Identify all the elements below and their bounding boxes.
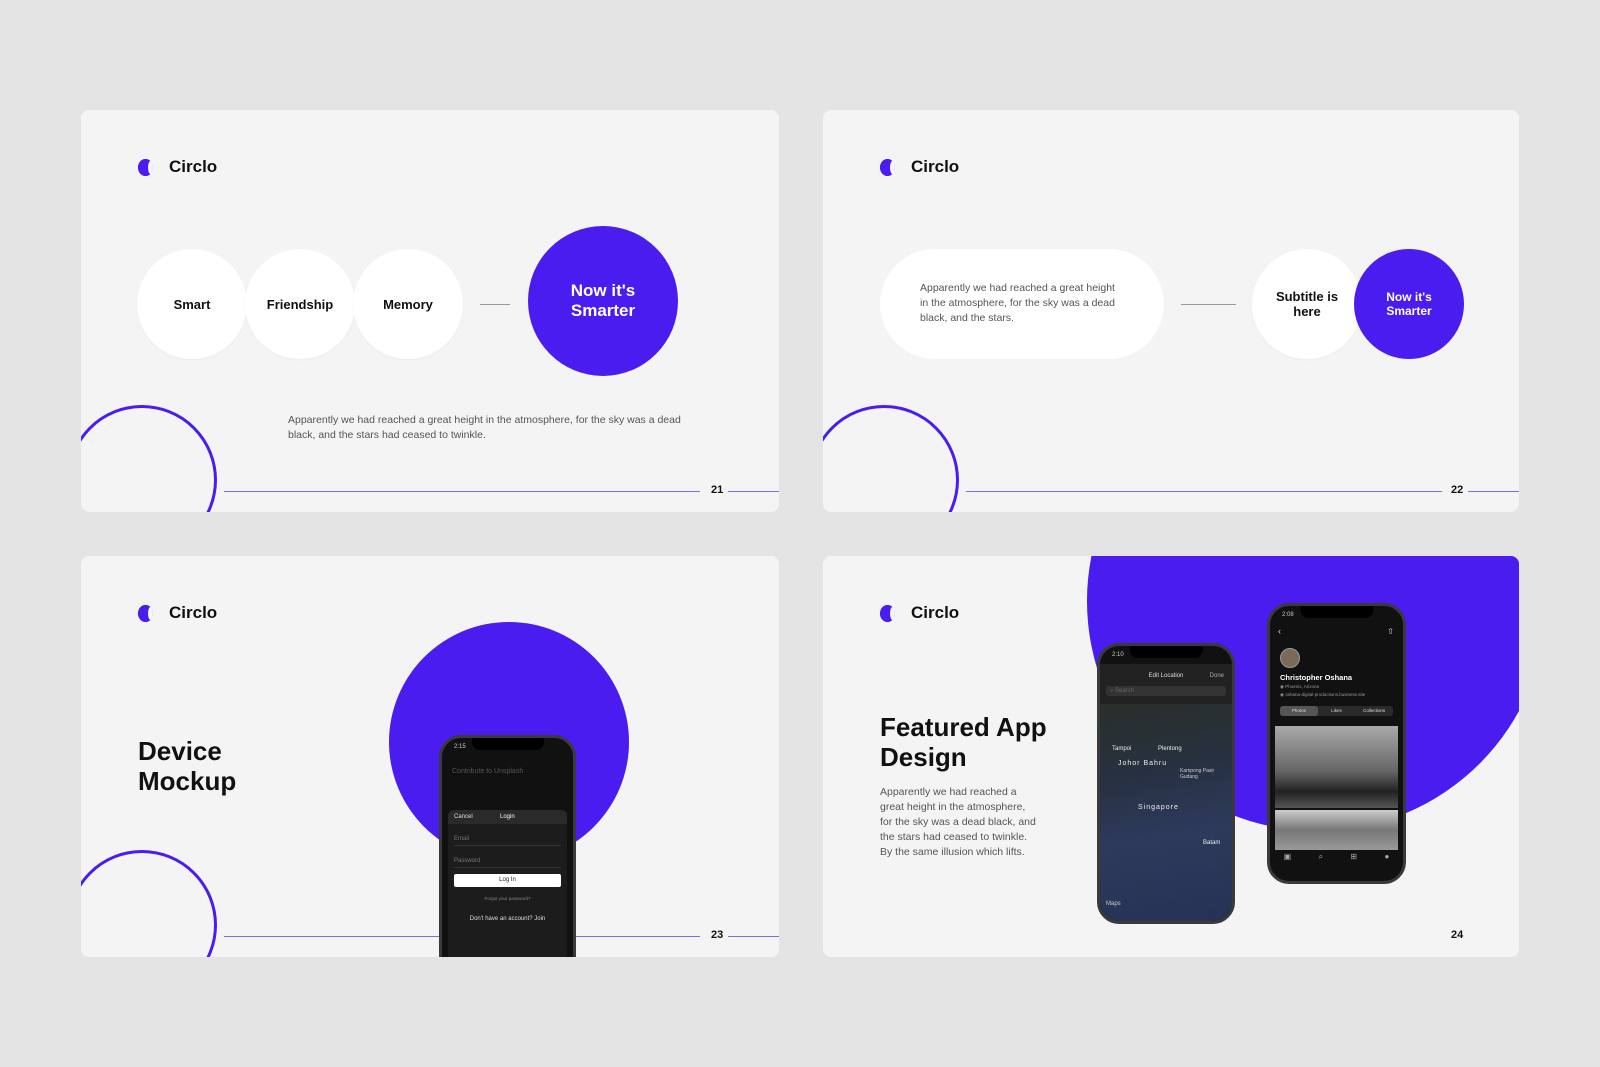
footer-line [728, 936, 779, 937]
logo: Circlo [138, 157, 217, 177]
email-field[interactable]: Email [454, 836, 561, 846]
image-icon[interactable]: ▣ [1284, 852, 1292, 866]
add-icon[interactable]: ⊞ [1350, 852, 1357, 866]
tab-photos[interactable]: Photos [1280, 706, 1318, 716]
brand-name: Circlo [911, 157, 960, 176]
slide-22: Circlo Apparently we had reached a great… [823, 110, 1519, 512]
page-number: 21 [711, 484, 724, 496]
brand-name: Circlo [169, 157, 218, 176]
circlo-logo-icon [880, 604, 905, 622]
profile-name: Christopher Oshana [1280, 673, 1353, 682]
phone-mockup-map: 2:10 Edit Location Done ⌕ Search Tampoi … [1097, 643, 1235, 924]
brand-name: Circlo [911, 603, 960, 622]
login-sheet: Cancel Login Email Password Log In Forgo… [448, 810, 567, 957]
page-number: 22 [1451, 484, 1464, 496]
brand-name: Circlo [169, 603, 218, 622]
profile-location: ◉ Phoenix, Arizona [1280, 684, 1319, 690]
pill-paragraph: Apparently we had reached a great height… [920, 282, 1115, 324]
page-number: 24 [1451, 929, 1464, 941]
done-button[interactable]: Done [1210, 673, 1224, 679]
connector-line [1181, 304, 1236, 305]
signup-link[interactable]: Don't have an account? Join [448, 916, 567, 922]
password-field[interactable]: Password [454, 858, 561, 868]
text-pill: Apparently we had reached a great height… [880, 249, 1164, 359]
circle-smart: Smart [137, 249, 247, 359]
circlo-logo-icon [880, 158, 905, 176]
circle-friendship: Friendship [245, 249, 355, 359]
profile-icon[interactable]: ● [1384, 852, 1389, 866]
phone-mockup-login: 2:15 Contribute to Unsplash Cancel Login… [439, 735, 576, 957]
search-placeholder: Search [1115, 688, 1135, 694]
slide-paragraph: Apparently we had reached a great height… [880, 786, 1036, 858]
profile-tabs: Photos Likes Collections [1280, 706, 1393, 716]
maps-attribution: Maps [1106, 901, 1121, 907]
slide-paragraph: Apparently we had reached a great height… [288, 414, 681, 441]
bottom-tabbar: ▣ ⌕ ⊞ ● [1270, 852, 1403, 866]
slide-title: Device Mockup [138, 736, 237, 796]
decorative-arc [81, 850, 217, 957]
slide-24: Circlo Featured App Design Apparently we… [823, 556, 1519, 957]
logo: Circlo [138, 603, 217, 623]
tab-collections[interactable]: Collections [1355, 706, 1393, 716]
search-icon[interactable]: ⌕ [1319, 852, 1323, 866]
slide-title: Featured App Design [880, 712, 1047, 772]
map-label: Tampoi [1112, 746, 1132, 752]
slide-21: Circlo Smart Friendship Memory Now it's … [81, 110, 779, 512]
website-text: oshana-digital-productions.business.site [1285, 692, 1366, 697]
back-icon[interactable]: ‹ [1278, 626, 1281, 636]
avatar [1280, 648, 1300, 668]
status-time: 2:10 [1112, 652, 1124, 658]
map-label: Singapore [1138, 804, 1179, 811]
footer-line [966, 491, 1442, 492]
logo: Circlo [880, 157, 959, 177]
logo: Circlo [880, 603, 959, 623]
profile-website[interactable]: ◉ oshana-digital-productions.business.si… [1280, 692, 1365, 698]
decorative-arc [823, 405, 959, 512]
search-field[interactable]: ⌕ Search [1106, 686, 1226, 696]
map-view[interactable]: Tampoi Plentong Johor Bahru Kampong Pasi… [1100, 704, 1232, 921]
footer-line [728, 491, 779, 492]
login-title: Login [500, 814, 515, 820]
connector-line [480, 304, 510, 305]
circlo-logo-icon [138, 158, 163, 176]
map-label: Johor Bahru [1118, 760, 1168, 767]
tab-likes[interactable]: Likes [1318, 706, 1356, 716]
decorative-arc [81, 405, 217, 512]
phone-heading: Contribute to Unsplash [452, 768, 524, 775]
status-time: 2:08 [1282, 612, 1294, 618]
slide-23: Circlo Device Mockup 23 2:15 Contribute … [81, 556, 779, 957]
map-label: Batam [1203, 840, 1221, 846]
status-time: 2:15 [454, 744, 466, 750]
footer-line [1468, 491, 1519, 492]
photo-mountain[interactable] [1275, 726, 1398, 808]
forgot-password-link[interactable]: Forgot your password? [448, 896, 567, 901]
photo-desert[interactable] [1275, 810, 1398, 850]
map-label: Kampong Pasir Gudang [1180, 768, 1215, 780]
highlight-circle: Now it's Smarter [1354, 249, 1464, 359]
highlight-circle: Now it's Smarter [528, 226, 678, 376]
circlo-logo-icon [138, 604, 163, 622]
subtitle-circle: Subtitle is here [1252, 249, 1362, 359]
footer-line [224, 491, 700, 492]
page-number: 23 [711, 929, 724, 941]
login-button[interactable]: Log In [454, 874, 561, 887]
location-text: Phoenix, Arizona [1285, 684, 1319, 689]
share-icon[interactable]: ⇧ [1387, 627, 1394, 636]
map-label: Plentong [1158, 746, 1182, 752]
cancel-button[interactable]: Cancel [454, 814, 473, 820]
circle-memory: Memory [353, 249, 463, 359]
phone-mockup-profile: 2:08 ‹ ⇧ Christopher Oshana ◉ Phoenix, A… [1267, 603, 1406, 884]
